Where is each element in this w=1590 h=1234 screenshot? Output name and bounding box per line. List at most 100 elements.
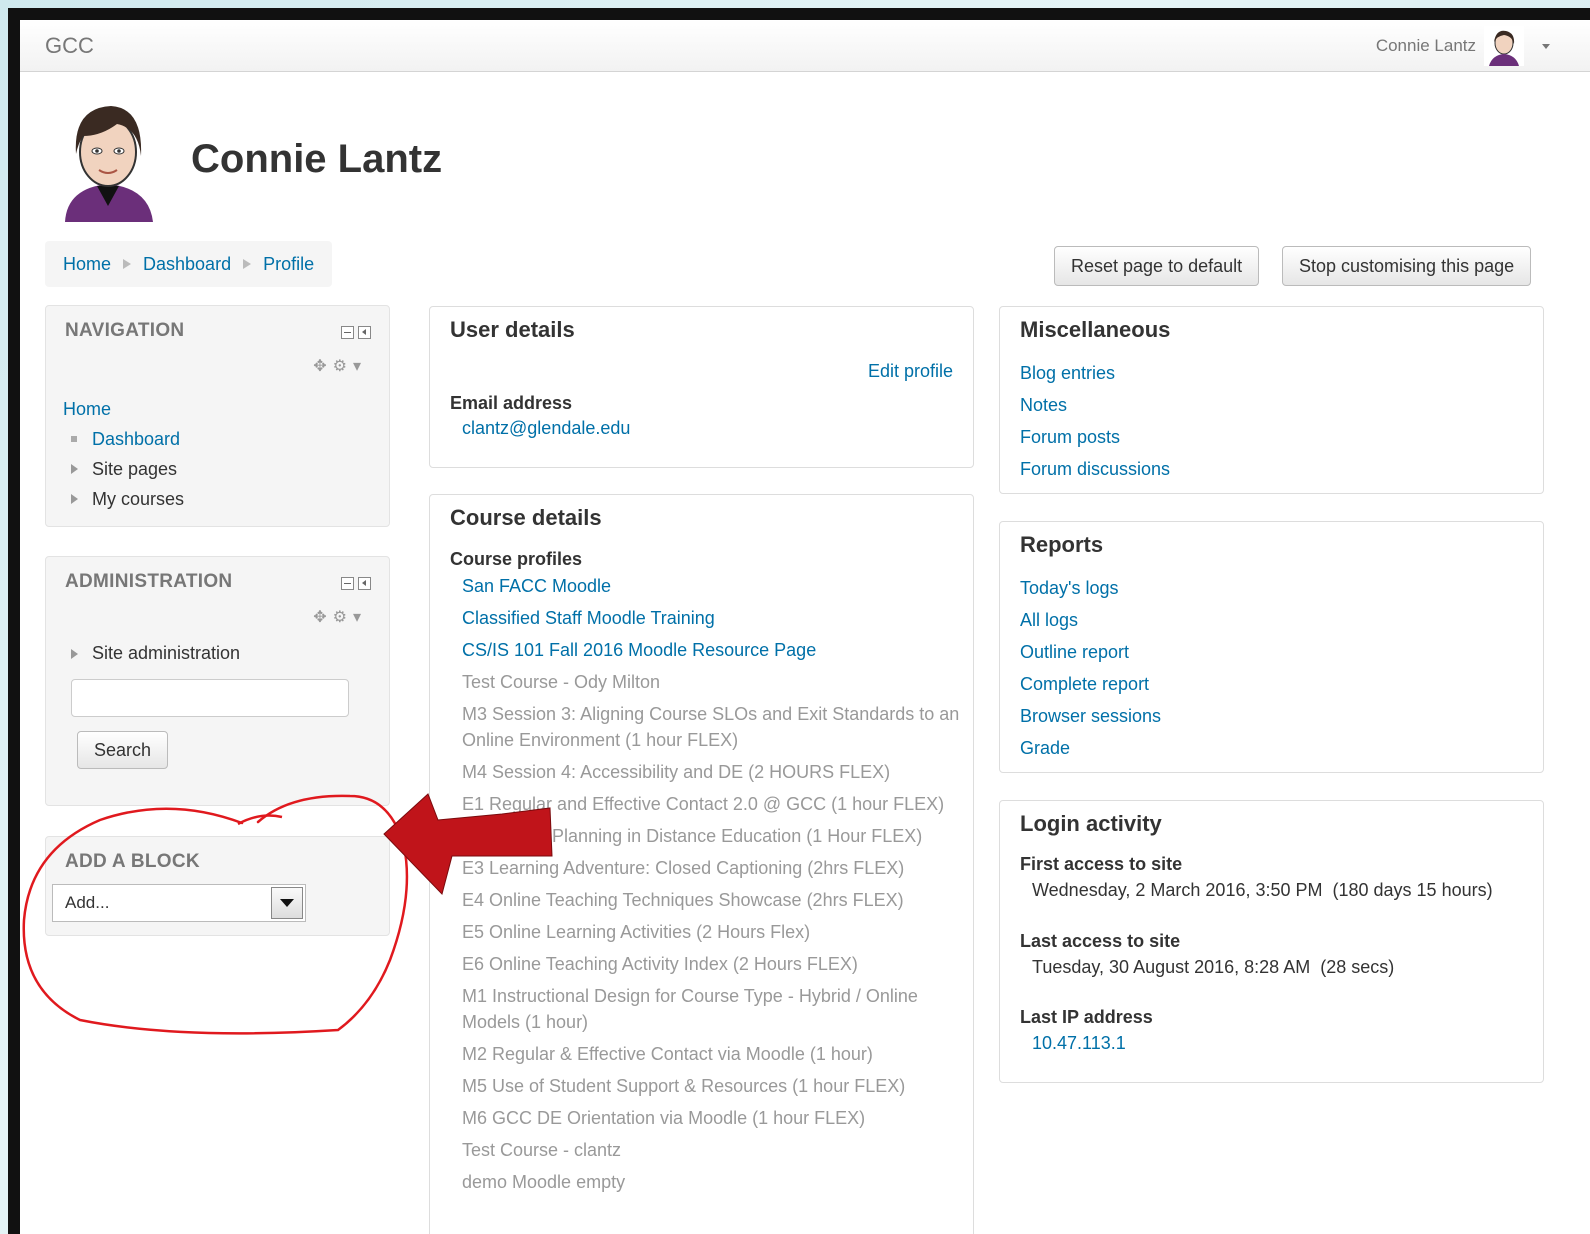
- user-menu-name: Connie Lantz: [1375, 36, 1476, 55]
- breadcrumb: Home Dashboard Profile: [45, 241, 333, 287]
- notes-link[interactable]: Notes: [1020, 395, 1067, 416]
- administration-block-title: ADMINISTRATION: [65, 571, 233, 592]
- admin-search-input[interactable]: [71, 679, 349, 717]
- collapse-icon[interactable]: [341, 326, 354, 339]
- miscellaneous-title: Miscellaneous: [1020, 317, 1171, 342]
- user-menu[interactable]: Connie Lantz: [1376, 26, 1550, 66]
- blog-entries-link[interactable]: Blog entries: [1020, 363, 1115, 384]
- add-block-selected-value: Add...: [65, 893, 110, 912]
- add-block-select[interactable]: Add...: [52, 884, 306, 922]
- email-label: Email address: [450, 393, 573, 413]
- user-details-card: User details Edit profile Email address …: [429, 306, 974, 468]
- outline-report-link[interactable]: Outline report: [1020, 642, 1129, 663]
- breadcrumb-home[interactable]: Home: [63, 254, 111, 275]
- collapse-icon[interactable]: [341, 577, 354, 590]
- nav-dashboard-link[interactable]: Dashboard: [92, 429, 180, 450]
- course-details-title: Course details: [450, 505, 602, 530]
- course-profiles-label: Course profiles: [450, 549, 583, 569]
- navigation-tree: Home Dashboard Site pages My courses: [63, 394, 184, 514]
- expand-arrow-icon: [71, 494, 78, 504]
- nav-my-courses[interactable]: My courses: [63, 484, 184, 514]
- reports-title: Reports: [1020, 532, 1104, 557]
- nav-site-pages-label: Site pages: [92, 458, 178, 479]
- course-item[interactable]: E4 Online Teaching Techniques Showcase (…: [462, 887, 962, 913]
- course-item[interactable]: Test Course - Ody Milton: [462, 669, 962, 695]
- course-item[interactable]: E3 Learning Adventure: Closed Captioning…: [462, 855, 962, 881]
- nav-my-courses-label: My courses: [92, 488, 185, 509]
- first-access-label: First access to site: [1020, 854, 1183, 874]
- course-item[interactable]: M3 Session 3: Aligning Course SLOs and E…: [462, 701, 962, 753]
- complete-report-link[interactable]: Complete report: [1020, 674, 1149, 695]
- course-item[interactable]: San FACC Moodle: [462, 573, 962, 599]
- add-block-block: ADD A BLOCK Add...: [45, 836, 390, 936]
- browser-sessions-link[interactable]: Browser sessions: [1020, 706, 1161, 727]
- administration-block: ADMINISTRATION ✥⚙▾ Site administration S…: [45, 556, 390, 806]
- course-item[interactable]: M1 Instructional Design for Course Type …: [462, 983, 962, 1035]
- user-avatar-small: [1484, 26, 1524, 66]
- navigation-block: NAVIGATION ✥⚙▾ Home Dashboard Site pages…: [45, 305, 390, 527]
- first-access-value: Wednesday, 2 March 2016, 3:50 PM (180 da…: [1032, 880, 1493, 900]
- stop-customising-button[interactable]: Stop customising this page: [1282, 246, 1532, 286]
- block-edit-tools: ✥⚙▾: [313, 607, 367, 627]
- navigation-block-title: NAVIGATION: [65, 320, 185, 341]
- course-item[interactable]: M6 GCC DE Orientation via Moodle (1 hour…: [462, 1105, 962, 1131]
- admin-search-button[interactable]: Search: [77, 731, 169, 769]
- move-icon[interactable]: ✥: [313, 609, 332, 626]
- block-controls: [341, 577, 371, 590]
- todays-logs-link[interactable]: Today's logs: [1020, 578, 1119, 599]
- forum-discussions-link[interactable]: Forum discussions: [1020, 459, 1170, 480]
- page-title: Connie Lantz: [191, 136, 443, 181]
- bullet-icon: [71, 436, 77, 442]
- course-list: San FACC Moodle Classified Staff Moodle T…: [462, 573, 962, 1201]
- reset-page-button[interactable]: Reset page to default: [1054, 246, 1260, 286]
- course-item[interactable]: Classified Staff Moodle Training: [462, 605, 962, 631]
- top-navbar: GCC Connie Lantz: [20, 20, 1590, 72]
- moodle-page: GCC Connie Lantz Connie Lantz Home Dashb…: [20, 20, 1590, 1234]
- course-item[interactable]: M5 Use of Student Support & Resources (1…: [462, 1073, 962, 1099]
- gear-icon[interactable]: ⚙▾: [333, 358, 367, 375]
- move-icon[interactable]: ✥: [313, 358, 332, 375]
- user-details-title: User details: [450, 317, 575, 342]
- breadcrumb-profile[interactable]: Profile: [263, 254, 314, 275]
- breadcrumb-separator-icon: [243, 259, 252, 269]
- nav-site-pages[interactable]: Site pages: [63, 454, 184, 484]
- dock-icon[interactable]: [358, 577, 371, 590]
- dropdown-arrow-icon[interactable]: [271, 887, 303, 919]
- course-item[interactable]: M4 Session 4: Accessibility and DE (2 HO…: [462, 759, 962, 785]
- chevron-down-icon[interactable]: [1542, 43, 1550, 49]
- course-item[interactable]: E6 Online Teaching Activity Index (2 Hou…: [462, 951, 962, 977]
- add-block-title: ADD A BLOCK: [65, 851, 200, 872]
- last-ip-label: Last IP address: [1020, 1007, 1153, 1027]
- breadcrumb-separator-icon: [123, 259, 132, 269]
- site-brand-link[interactable]: GCC: [45, 33, 94, 59]
- forum-posts-link[interactable]: Forum posts: [1020, 427, 1120, 448]
- course-details-card: Course details Course profiles San FACC …: [429, 494, 974, 1234]
- gear-icon[interactable]: ⚙▾: [333, 609, 367, 626]
- all-logs-link[interactable]: All logs: [1020, 610, 1078, 631]
- dock-icon[interactable]: [358, 326, 371, 339]
- expand-arrow-icon: [71, 464, 78, 474]
- course-item[interactable]: E2 Course Planning in Distance Education…: [462, 823, 962, 849]
- nav-site-administration[interactable]: Site administration: [71, 643, 240, 664]
- grade-link[interactable]: Grade: [1020, 738, 1070, 759]
- email-link[interactable]: clantz@glendale.edu: [462, 418, 630, 439]
- course-item[interactable]: M2 Regular & Effective Contact via Moodl…: [462, 1041, 962, 1067]
- last-access-label: Last access to site: [1020, 931, 1181, 951]
- login-activity-card: Login activity First access to site Wedn…: [999, 800, 1544, 1083]
- edit-profile-link[interactable]: Edit profile: [868, 361, 953, 382]
- course-item[interactable]: CS/IS 101 Fall 2016 Moodle Resource Page: [462, 637, 962, 663]
- breadcrumb-dashboard[interactable]: Dashboard: [143, 254, 231, 275]
- course-item[interactable]: demo Moodle empty: [462, 1169, 962, 1195]
- site-administration-label: Site administration: [92, 643, 241, 663]
- last-access-value: Tuesday, 30 August 2016, 8:28 AM (28 sec…: [1032, 957, 1395, 977]
- annotation-circle-tail: [237, 814, 283, 826]
- course-item[interactable]: E1 Regular and Effective Contact 2.0 @ G…: [462, 791, 962, 817]
- course-item[interactable]: E5 Online Learning Activities (2 Hours F…: [462, 919, 962, 945]
- block-controls: [341, 326, 371, 339]
- nav-home-link[interactable]: Home: [63, 399, 111, 420]
- miscellaneous-card: Miscellaneous Blog entries Notes Forum p…: [999, 306, 1544, 494]
- profile-header: Connie Lantz: [45, 96, 442, 222]
- course-item[interactable]: Test Course - clantz: [462, 1137, 962, 1163]
- last-ip-link[interactable]: 10.47.113.1: [1032, 1033, 1126, 1054]
- reports-links: Today's logs All logs Outline report Com…: [1020, 572, 1161, 764]
